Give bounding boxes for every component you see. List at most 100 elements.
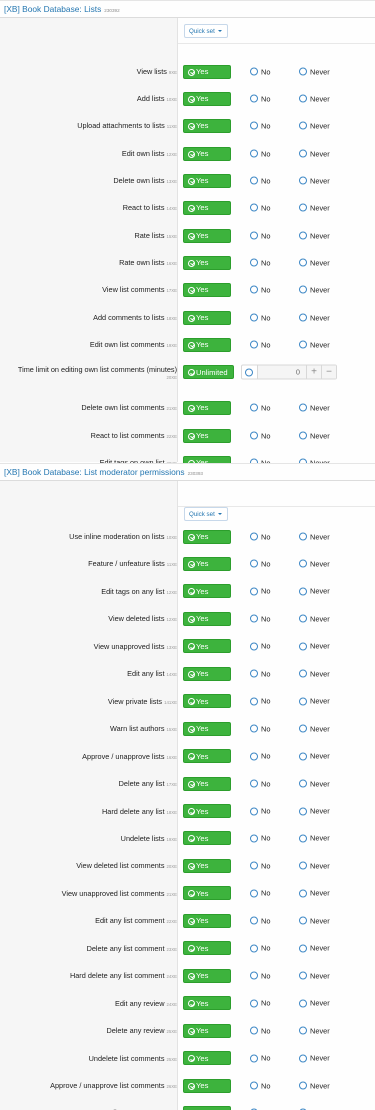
never-option[interactable]: Never [299,614,330,623]
unlimited-option[interactable]: Unlimited [183,365,234,379]
never-option[interactable]: Never [299,559,330,568]
yes-option[interactable]: Yes [183,1023,231,1038]
never-option[interactable]: Never [299,916,330,925]
no-option[interactable]: No [250,779,270,788]
never-option[interactable]: Never [299,724,330,733]
no-option[interactable]: No [250,724,270,733]
no-option[interactable]: No [250,559,270,568]
yes-option[interactable]: Yes [183,529,231,544]
custom-value-radio[interactable] [242,365,258,379]
no-option[interactable]: No [250,340,270,349]
yes-option[interactable]: Yes [183,64,231,79]
yes-option[interactable]: Yes [183,1078,231,1093]
never-option[interactable]: Never [299,231,330,240]
never-option[interactable]: Never [299,834,330,843]
never-option[interactable]: Never [299,1081,330,1090]
never-option[interactable]: Never [299,285,330,294]
yes-option[interactable]: Yes [183,91,231,106]
increment-button[interactable]: + [306,365,321,379]
yes-option[interactable]: Yes [183,255,231,270]
no-option[interactable]: No [250,231,270,240]
section-title[interactable]: [XB] Book Database: Lists [4,4,101,14]
no-option[interactable]: No [250,121,270,130]
yes-option[interactable]: Yes [183,996,231,1011]
no-option[interactable]: No [250,807,270,816]
yes-option[interactable]: Yes [183,858,231,873]
yes-option[interactable]: Yes [183,721,231,736]
no-option[interactable]: No [250,916,270,925]
never-option[interactable]: Never [299,532,330,541]
never-option[interactable]: Never [299,642,330,651]
yes-option[interactable]: Yes [183,282,231,297]
never-option[interactable]: Never [299,403,330,412]
time-limit-input[interactable]: 0 [258,365,306,379]
no-option[interactable]: No [250,752,270,761]
yes-option[interactable]: Yes [183,831,231,846]
yes-option[interactable]: Yes [183,694,231,709]
yes-option[interactable]: Yes [183,776,231,791]
quick-set-button[interactable]: Quick set [184,507,228,521]
no-option[interactable]: No [250,67,270,76]
yes-option[interactable]: Yes [183,1105,231,1110]
decrement-button[interactable]: − [321,365,336,379]
no-option[interactable]: No [250,697,270,706]
never-option[interactable]: Never [299,861,330,870]
never-option[interactable]: Never [299,697,330,706]
no-option[interactable]: No [250,861,270,870]
never-option[interactable]: Never [299,752,330,761]
never-option[interactable]: Never [299,999,330,1008]
no-option[interactable]: No [250,1054,270,1063]
never-option[interactable]: Never [299,889,330,898]
never-option[interactable]: Never [299,1054,330,1063]
yes-option[interactable]: Yes [183,556,231,571]
yes-option[interactable]: Yes [183,310,231,325]
yes-option[interactable]: Yes [183,666,231,681]
never-option[interactable]: Never [299,1026,330,1035]
never-option[interactable]: Never [299,149,330,158]
never-option[interactable]: Never [299,971,330,980]
no-option[interactable]: No [250,431,270,440]
yes-option[interactable]: Yes [183,584,231,599]
never-option[interactable]: Never [299,944,330,953]
no-option[interactable]: No [250,285,270,294]
no-option[interactable]: No [250,944,270,953]
yes-option[interactable]: Yes [183,749,231,764]
yes-option[interactable]: Yes [183,639,231,654]
never-option[interactable]: Never [299,587,330,596]
no-option[interactable]: No [250,258,270,267]
never-option[interactable]: Never [299,94,330,103]
no-option[interactable]: No [250,1026,270,1035]
never-option[interactable]: Never [299,121,330,130]
yes-option[interactable]: Yes [183,337,231,352]
yes-option[interactable]: Yes [183,146,231,161]
yes-option[interactable]: Yes [183,804,231,818]
yes-option[interactable]: Yes [183,428,231,443]
yes-option[interactable]: Yes [183,200,231,215]
no-option[interactable]: No [250,889,270,898]
no-option[interactable]: No [250,642,270,651]
yes-option[interactable]: Yes [183,118,231,133]
no-option[interactable]: No [250,176,270,185]
yes-option[interactable]: Yes [183,173,231,188]
never-option[interactable]: Never [299,313,330,322]
no-option[interactable]: No [250,614,270,623]
no-option[interactable]: No [250,834,270,843]
never-option[interactable]: Never [299,258,330,267]
no-option[interactable]: No [250,1081,270,1090]
no-option[interactable]: No [250,203,270,212]
never-option[interactable]: Never [299,67,330,76]
yes-option[interactable]: Yes [183,941,231,956]
yes-option[interactable]: Yes [183,1051,231,1066]
no-option[interactable]: No [250,94,270,103]
never-option[interactable]: Never [299,203,330,212]
no-option[interactable]: No [250,532,270,541]
no-option[interactable]: No [250,999,270,1008]
yes-option[interactable]: Yes [183,968,231,983]
never-option[interactable]: Never [299,779,330,788]
no-option[interactable]: No [250,403,270,412]
section-title[interactable]: [XB] Book Database: List moderator permi… [4,467,185,477]
never-option[interactable]: Never [299,807,330,816]
never-option[interactable]: Never [299,431,330,440]
time-limit-stepper[interactable]: 0 + − [241,364,337,380]
no-option[interactable]: No [250,669,270,678]
